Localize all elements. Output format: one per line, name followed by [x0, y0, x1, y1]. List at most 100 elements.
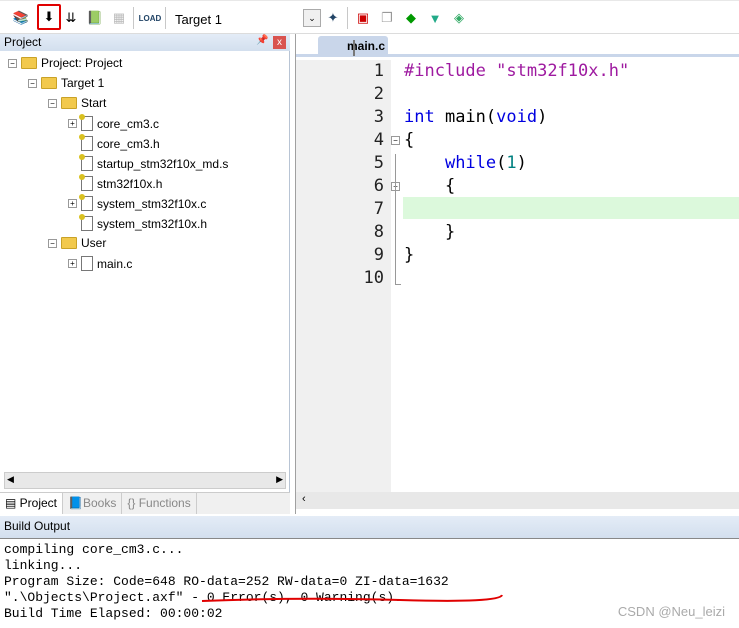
tree-item-label: system_stm32f10x.h — [97, 216, 208, 231]
tree-item[interactable]: stm32f10x.h — [68, 174, 163, 191]
tree-item-label: Project: Project — [41, 56, 123, 70]
collapse-icon[interactable]: − — [48, 98, 57, 108]
tree-item-label: main.c — [97, 256, 133, 271]
tree-item[interactable]: + main.c — [68, 256, 132, 271]
build-line: compiling core_cm3.c... — [4, 542, 184, 557]
build-output-header: Build Output — [0, 516, 739, 538]
collapse-icon[interactable]: − — [28, 78, 37, 88]
tree-item[interactable]: − Project: Project — [8, 56, 122, 70]
tree-item[interactable]: − User — [48, 236, 106, 250]
scroll-left-icon[interactable]: ‹ — [302, 493, 306, 505]
expand-icon[interactable]: + — [68, 199, 77, 208]
file-icon — [353, 40, 355, 56]
run-env-icon[interactable]: ◈ — [450, 9, 468, 27]
project-hscrollbar[interactable]: ◀ ▶ — [4, 472, 286, 489]
expand-icon[interactable]: + — [68, 259, 77, 268]
tree-item[interactable]: system_stm32f10x.h — [68, 214, 208, 231]
manage-components-icon[interactable]: ▣ — [354, 9, 372, 27]
tree-item-label: Target 1 — [61, 76, 105, 90]
line-number: 3 — [373, 107, 384, 127]
load-icon[interactable]: LOAD — [139, 9, 162, 27]
target-select[interactable]: Target 1 — [175, 12, 222, 27]
line-number: 10 — [363, 268, 384, 288]
line-number: 2 — [373, 84, 384, 104]
tree-item-label: stm32f10x.h — [97, 176, 163, 191]
line-number: 8 — [373, 222, 384, 242]
stop-build-icon[interactable]: ▦ — [110, 9, 128, 27]
tree-item-label: core_cm3.h — [97, 136, 160, 151]
editor-pane: main.c 1 2 3 4 5 6 7 8 9 10 #include "stm32f10x.h… — [295, 34, 739, 514]
line-number: 6 — [373, 176, 384, 196]
tree-item-label: system_stm32f10x.c — [97, 196, 207, 211]
folder-icon — [21, 57, 37, 69]
line-number: 9 — [373, 245, 384, 265]
fold-icon[interactable]: − — [391, 136, 400, 145]
tree-item[interactable]: startup_stm32f10x_md.s — [68, 154, 229, 171]
collapse-icon[interactable]: − — [8, 58, 17, 68]
target-options-icon[interactable]: ✦ — [324, 9, 342, 27]
editor-hscrollbar[interactable]: ‹ — [296, 492, 739, 509]
tab-main-c[interactable]: main.c — [318, 36, 388, 56]
file-icon — [79, 174, 93, 191]
tree-item[interactable]: + core_cm3.c — [68, 114, 160, 131]
tab-functions[interactable]: {} Functions — [122, 493, 197, 514]
current-line-highlight — [403, 197, 739, 219]
watermark: CSDN @Neu_leizi — [617, 604, 725, 619]
code-line[interactable]: { — [404, 130, 414, 150]
tab-project[interactable]: ▤ Project — [0, 493, 64, 514]
code-line[interactable]: { — [404, 176, 455, 196]
build-line: Program Size: Code=648 RO-data=252 RW-da… — [4, 574, 449, 589]
pin-icon[interactable]: 📌 — [256, 35, 268, 46]
code-line[interactable]: } — [404, 222, 455, 242]
file-icon — [79, 214, 93, 231]
file-icon — [79, 154, 93, 171]
line-number: 7 — [373, 199, 384, 219]
close-icon[interactable]: x — [273, 36, 286, 49]
code-line[interactable]: int main(void) — [404, 107, 547, 127]
tree-item-label: startup_stm32f10x_md.s — [97, 156, 229, 171]
folder-icon — [61, 237, 77, 249]
tab-books[interactable]: 📘Books — [63, 493, 123, 514]
code-line[interactable]: #include "stm32f10x.h" — [404, 61, 629, 81]
collapse-icon[interactable]: − — [48, 238, 57, 248]
tree-item[interactable]: − Start — [48, 96, 106, 110]
fold-line — [395, 154, 401, 285]
line-number: 1 — [373, 61, 384, 81]
file-icon — [81, 256, 93, 271]
line-number: 5 — [373, 153, 384, 173]
tree-item-label: User — [81, 236, 107, 250]
build-line: linking... — [4, 558, 83, 573]
code-line[interactable]: } — [404, 245, 414, 265]
tree-item-label: core_cm3.c — [97, 116, 160, 131]
select-packs-icon[interactable]: ◆ — [402, 9, 420, 27]
rebuild-icon[interactable]: ⇊ — [62, 9, 80, 27]
project-pane: Project 📌 x − Project: Project − Target 1− S… — [0, 34, 290, 514]
translate-icon[interactable]: 📚 — [12, 9, 30, 27]
toolbar: 📚 ⬇ ⇊ 📗 ▦ LOAD Target 1 ⌄ ✦ ▣ ❐ ◆ ▼ ◈ — [0, 0, 739, 34]
tree-item[interactable]: − Target 1 — [28, 76, 104, 90]
folder-icon — [61, 97, 77, 109]
pack-installer-icon[interactable]: ▼ — [426, 9, 444, 27]
build-output-title: Build Output — [4, 519, 71, 533]
red-underline-annotation — [201, 594, 503, 602]
batch-build-icon[interactable]: 📗 — [86, 9, 104, 27]
scroll-left-icon[interactable]: ◀ — [7, 474, 14, 485]
code-line[interactable]: while(1) — [404, 153, 527, 173]
scroll-right-icon[interactable]: ▶ — [276, 474, 283, 485]
folder-icon — [41, 77, 57, 89]
file-icon — [79, 134, 93, 151]
tree-item-label: Start — [81, 96, 107, 110]
project-pane-title: Project — [4, 35, 42, 49]
project-pane-header: Project 📌 x — [0, 34, 290, 51]
manage-books-icon[interactable]: ❐ — [378, 9, 396, 27]
build-icon[interactable]: ⬇ — [37, 4, 61, 30]
line-number-gutter: 1 2 3 4 5 6 7 8 9 10 — [296, 60, 391, 492]
file-icon — [79, 114, 93, 131]
expand-icon[interactable]: + — [68, 119, 77, 128]
tree-item[interactable]: + system_stm32f10x.c — [68, 194, 207, 211]
line-number: 4 — [373, 130, 384, 150]
chevron-down-icon[interactable]: ⌄ — [303, 9, 321, 27]
editor-tabs: main.c — [296, 34, 739, 57]
file-icon — [79, 194, 93, 211]
tree-item[interactable]: core_cm3.h — [68, 134, 160, 151]
